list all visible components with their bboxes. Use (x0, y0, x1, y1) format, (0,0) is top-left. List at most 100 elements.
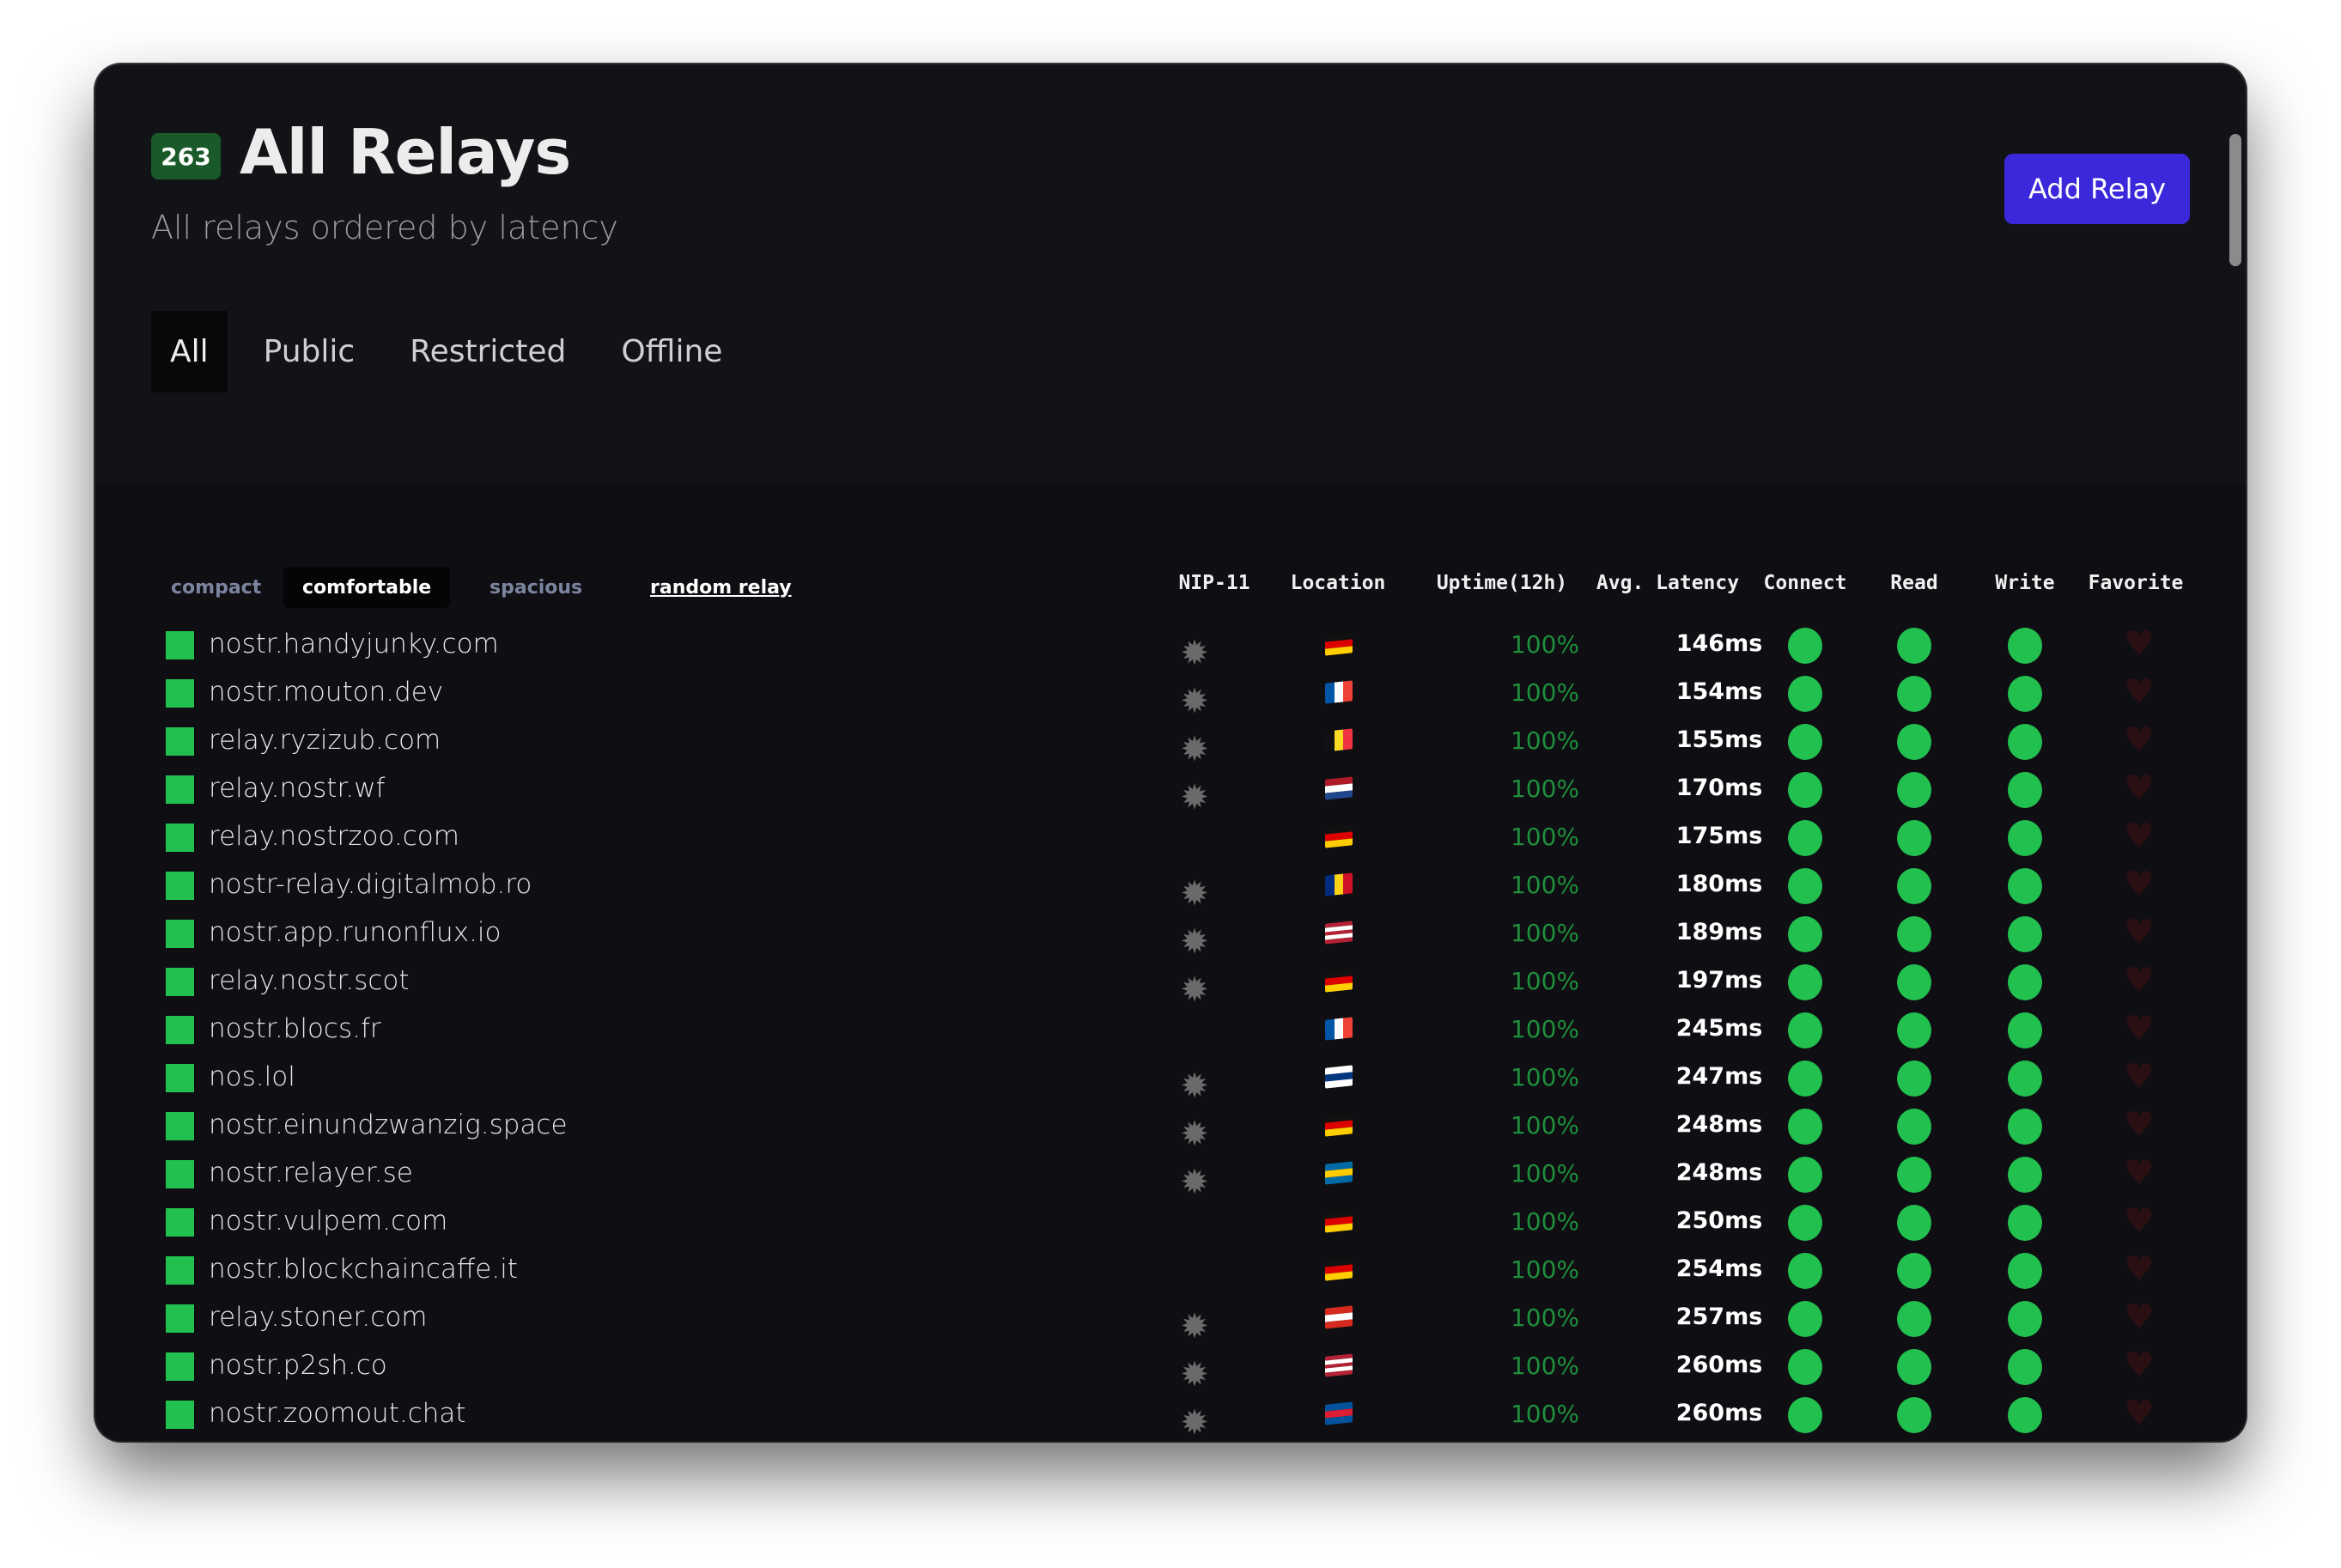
column-header-location[interactable]: Location (1291, 572, 1386, 594)
column-header-favorite[interactable]: Favorite (2089, 572, 2184, 594)
favorite-heart-icon[interactable]: ♥ (2122, 720, 2156, 761)
favorite-heart-icon[interactable]: ♥ (2122, 816, 2156, 857)
uptime-value: 100% (1510, 919, 1580, 947)
favorite-heart-icon[interactable]: ♥ (2122, 672, 2156, 713)
tab-all[interactable]: All (151, 311, 228, 392)
uptime-value: 100% (1510, 823, 1580, 851)
nip11-badge-icon[interactable]: ✹ (1180, 925, 1209, 959)
latency-value: 189ms (1675, 919, 1763, 945)
relay-name-link[interactable]: relay.ryzizub.com (209, 725, 441, 756)
random-relay-link[interactable]: random relay (650, 567, 792, 608)
nip11-badge-icon[interactable]: ✹ (1180, 973, 1209, 1007)
relay-row[interactable]: nostr.relayer.se ✹ 100% 248ms ♥ (95, 1151, 2246, 1200)
favorite-heart-icon[interactable]: ♥ (2122, 1056, 2156, 1097)
relay-name-link[interactable]: nostr.mouton.dev (209, 677, 443, 708)
flag-is-icon (1325, 1401, 1353, 1425)
latency-value: 154ms (1675, 678, 1763, 705)
relay-row[interactable]: nostr-relay.digitalmob.ro ✹ 100% 180ms ♥ (95, 862, 2246, 911)
relay-name-link[interactable]: nostr.handyjunky.com (209, 629, 499, 659)
nip11-badge-icon[interactable]: ✹ (1180, 636, 1209, 671)
favorite-heart-icon[interactable]: ♥ (2122, 1152, 2156, 1194)
relay-row[interactable]: nostr.p2sh.co ✹ 100% 260ms ♥ (95, 1343, 2246, 1392)
favorite-heart-icon[interactable]: ♥ (2122, 1297, 2156, 1338)
column-header-read[interactable]: Read (1890, 572, 1937, 594)
relay-row[interactable]: nostr.blocs.fr 100% 245ms ♥ (95, 1006, 2246, 1054)
relay-name-link[interactable]: nostr.blockchaincaffe.it (209, 1254, 518, 1285)
nip11-badge-icon[interactable]: ✹ (1180, 1165, 1209, 1200)
relay-row[interactable]: nostr.einundzwanzig.space ✹ 100% 248ms ♥ (95, 1103, 2246, 1152)
density-spacious-button[interactable]: spacious (471, 567, 601, 608)
favorite-heart-icon[interactable]: ♥ (2122, 1345, 2156, 1386)
favorite-heart-icon[interactable]: ♥ (2122, 1200, 2156, 1242)
latency-value: 254ms (1675, 1255, 1763, 1282)
relay-row[interactable]: relay.nostr.wf ✹ 100% 170ms ♥ (95, 766, 2246, 815)
favorite-heart-icon[interactable]: ♥ (2122, 768, 2156, 809)
add-relay-button[interactable]: Add Relay (2004, 154, 2190, 224)
relay-table: compact comfortable spacious random rela… (95, 483, 2246, 1441)
nip11-badge-icon[interactable]: ✹ (1180, 1358, 1209, 1392)
nip11-badge-icon[interactable]: ✹ (1180, 732, 1209, 767)
column-header-nip11[interactable]: NIP-11 (1178, 572, 1250, 594)
nip11-badge-icon[interactable]: ✹ (1180, 1117, 1209, 1152)
flag-fi-icon (1325, 1065, 1353, 1089)
relay-name-link[interactable]: relay.nostrzoo.com (209, 821, 459, 852)
latency-value: 170ms (1675, 775, 1763, 801)
uptime-value: 100% (1510, 1111, 1580, 1140)
relay-row[interactable]: nos.lol ✹ 100% 247ms ♥ (95, 1054, 2246, 1103)
relay-name-link[interactable]: nostr.relayer.se (209, 1158, 413, 1188)
connect-status-icon (1788, 1349, 1822, 1385)
relay-row[interactable]: relay.nostr.scot ✹ 100% 197ms ♥ (95, 958, 2246, 1007)
nip11-badge-icon[interactable]: ✹ (1180, 781, 1209, 815)
favorite-heart-icon[interactable]: ♥ (2122, 912, 2156, 953)
relay-row[interactable]: nostr.handyjunky.com ✹ 100% 146ms ♥ (95, 622, 2246, 671)
write-status-icon (2008, 1253, 2042, 1289)
relay-row[interactable]: nostr.blockchaincaffe.it 100% 254ms ♥ (95, 1247, 2246, 1295)
relay-name-link[interactable]: nostr.zoomout.chat (209, 1398, 466, 1429)
nip11-badge-icon[interactable]: ✹ (1180, 1069, 1209, 1103)
tab-public[interactable]: Public (245, 311, 374, 392)
relay-row[interactable]: relay.stoner.com ✹ 100% 257ms ♥ (95, 1295, 2246, 1344)
scrollbar[interactable] (2229, 134, 2241, 266)
connect-status-icon (1788, 1109, 1822, 1145)
favorite-heart-icon[interactable]: ♥ (2122, 1008, 2156, 1049)
favorite-heart-icon[interactable]: ♥ (2122, 864, 2156, 905)
relay-row[interactable]: nostr.app.runonflux.io ✹ 100% 189ms ♥ (95, 910, 2246, 959)
relay-row[interactable]: nostr.cro.social✹ 100% 270ms ♥ (95, 1439, 2246, 1441)
column-header-write[interactable]: Write (1995, 572, 2054, 594)
nip11-badge-icon[interactable]: ✹ (1180, 1310, 1209, 1344)
tab-restricted[interactable]: Restricted (391, 311, 585, 392)
relay-row[interactable]: relay.ryzizub.com ✹ 100% 155ms ♥ (95, 718, 2246, 767)
relay-row[interactable]: nostr.zoomout.chat ✹ 100% 260ms ♥ (95, 1391, 2246, 1440)
relay-row[interactable]: nostr.vulpem.com 100% 250ms ♥ (95, 1199, 2246, 1247)
relay-name-link[interactable]: relay.stoner.com (209, 1302, 427, 1333)
status-indicator (166, 1160, 194, 1188)
favorite-heart-icon[interactable]: ♥ (2122, 1393, 2156, 1434)
relay-name-link[interactable]: relay.nostr.scot (209, 965, 410, 996)
flag-be-icon (1325, 728, 1353, 752)
nip11-badge-icon[interactable]: ✹ (1180, 1406, 1209, 1440)
relay-name-link[interactable]: nostr.blocs.fr (209, 1013, 381, 1044)
nip11-badge-icon[interactable]: ✹ (1180, 684, 1209, 719)
read-status-icon (1897, 628, 1931, 664)
density-compact-button[interactable]: compact (152, 567, 280, 608)
column-header-uptime[interactable]: Uptime(12h) (1437, 572, 1567, 594)
relay-name-link[interactable]: relay.nostr.wf (209, 773, 385, 804)
latency-value: 250ms (1675, 1207, 1763, 1234)
nip11-badge-icon[interactable]: ✹ (1180, 877, 1209, 911)
favorite-heart-icon[interactable]: ♥ (2122, 960, 2156, 1001)
relay-name-link[interactable]: nostr.vulpem.com (209, 1206, 447, 1237)
favorite-heart-icon[interactable]: ♥ (2122, 1249, 2156, 1290)
tab-offline[interactable]: Offline (602, 311, 741, 392)
favorite-heart-icon[interactable]: ♥ (2122, 623, 2156, 665)
relay-name-link[interactable]: nostr.p2sh.co (209, 1350, 387, 1381)
relay-name-link[interactable]: nostr.einundzwanzig.space (209, 1109, 568, 1140)
relay-name-link[interactable]: nos.lol (209, 1061, 295, 1092)
relay-row[interactable]: nostr.mouton.dev ✹ 100% 154ms ♥ (95, 670, 2246, 719)
column-header-latency[interactable]: Avg. Latency (1596, 572, 1739, 594)
favorite-heart-icon[interactable]: ♥ (2122, 1104, 2156, 1146)
column-header-connect[interactable]: Connect (1764, 572, 1847, 594)
relay-name-link[interactable]: nostr-relay.digitalmob.ro (209, 869, 532, 900)
relay-name-link[interactable]: nostr.app.runonflux.io (209, 917, 502, 948)
density-comfortable-button[interactable]: comfortable (283, 567, 451, 608)
relay-row[interactable]: relay.nostrzoo.com 100% 175ms ♥ (95, 814, 2246, 862)
